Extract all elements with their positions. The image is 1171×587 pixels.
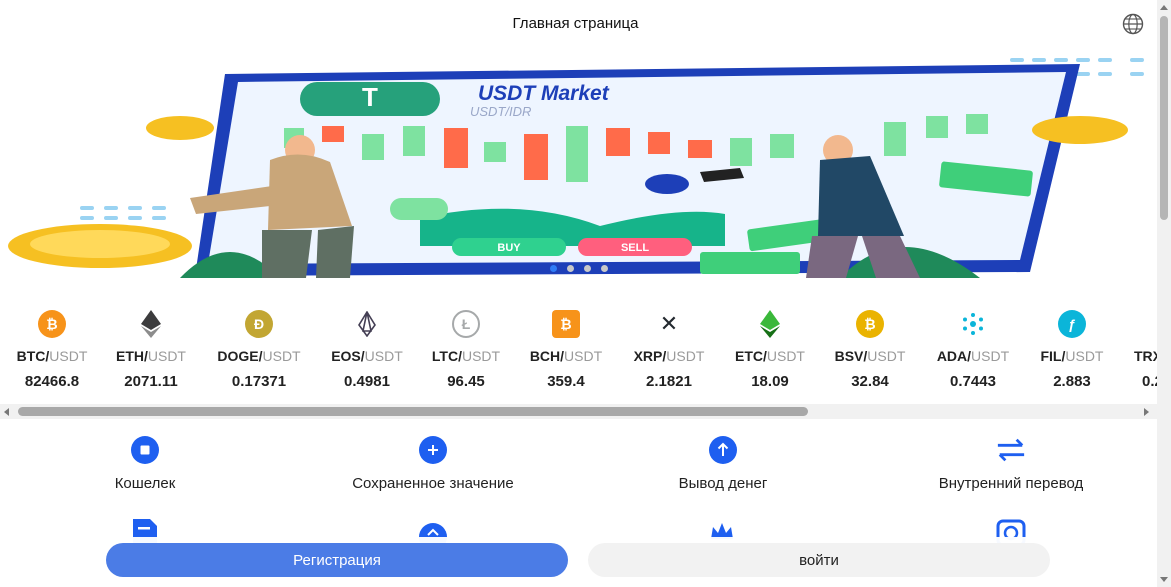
eos-icon (353, 310, 381, 338)
price: 0.7443 (950, 373, 996, 390)
xrp-icon: ✕ (659, 311, 679, 336)
transfer-arrows-icon (996, 435, 1026, 465)
deposit-plus-icon (418, 435, 448, 465)
vertical-scrollbar[interactable] (1157, 0, 1171, 587)
pair-base: XRP/ (633, 348, 667, 364)
pair-quote: USDT (147, 348, 186, 364)
pair-base: ETC/ (734, 348, 767, 364)
litecoin-icon: Ł (452, 310, 480, 338)
pair-base: DOGE/ (217, 348, 263, 364)
carousel-indicators (0, 265, 1157, 272)
scrollbar-thumb[interactable] (18, 407, 808, 416)
ticker-item-eos[interactable]: EOS/USDT 0.4981 (315, 310, 419, 390)
price: 0.2 (1142, 373, 1157, 390)
price: 359.4 (547, 373, 585, 390)
banner-buy: BUY (497, 242, 521, 254)
pair-base: BCH/ (529, 348, 565, 364)
menu-item-deposit[interactable]: Сохраненное значение (288, 430, 578, 492)
wallet-icon (130, 435, 160, 465)
banner-subheading: USDT/IDR (470, 104, 531, 119)
ticker-item-trx[interactable]: TRX 0.2 (1100, 310, 1157, 390)
pair-quote: USDT (564, 348, 603, 364)
horizontal-scrollbar[interactable] (0, 404, 1157, 419)
pair-base: FIL/ (1040, 348, 1066, 364)
pair-quote: USDT (49, 348, 88, 364)
scroll-up-arrow-icon[interactable] (1160, 5, 1168, 10)
scroll-down-arrow-icon[interactable] (1160, 577, 1168, 582)
price: 0.4981 (344, 373, 390, 390)
price: 96.45 (447, 373, 485, 390)
scrollbar-thumb[interactable] (1160, 16, 1168, 220)
auth-bar: Регистрация войти (0, 537, 1157, 587)
ethereum-icon (137, 310, 165, 338)
menu-item-label: Вывод денег (678, 475, 768, 492)
cardano-icon (959, 310, 987, 338)
carousel-dot-3[interactable] (583, 265, 591, 272)
market-ticker: ₿ BTC/USDT 82466.8 ETH/USDT 2071.11 Ð DO… (0, 300, 1157, 400)
pair-base: BSV/ (834, 348, 868, 364)
pair-quote: USDT (971, 348, 1010, 364)
carousel-dot-2[interactable] (566, 265, 574, 272)
tron-icon (1134, 310, 1157, 338)
menu-item-internal-transfer[interactable]: Внутренний перевод (866, 430, 1156, 492)
withdraw-arrow-icon (708, 435, 738, 465)
banner-illustration: T USDT Market USDT/IDR BUY SELL (8, 58, 1144, 278)
register-button[interactable]: Регистрация (106, 543, 568, 577)
pair-quote: USDT (461, 348, 501, 364)
pair-base: LTC/ (431, 348, 462, 364)
page-title: Главная страница (512, 15, 639, 32)
login-button[interactable]: войти (588, 543, 1050, 577)
menu-item-label: Кошелек (114, 475, 176, 492)
price: 82466.8 (24, 373, 80, 390)
pair-base: TRX (1134, 348, 1157, 364)
menu-item-withdraw[interactable]: Вывод денег (578, 430, 868, 492)
menu-item-label: Сохраненное значение (352, 475, 514, 492)
bitcoin-sv-icon: ₿ (856, 310, 884, 338)
scroll-left-arrow-icon[interactable] (4, 408, 9, 416)
banner-heading: USDT Market (478, 82, 610, 105)
banner-sell: SELL (621, 242, 649, 254)
pair-quote: USDT (666, 348, 705, 364)
ticker-item-xrp[interactable]: ✕ XRP/USDT 2.1821 (617, 310, 721, 390)
price: 0.17371 (231, 373, 287, 390)
pair-quote: USDT (867, 348, 906, 364)
ticker-item-eth[interactable]: ETH/USDT 2071.11 (99, 310, 203, 390)
ticker-item-ltc[interactable]: Ł LTC/USDT 96.45 (414, 310, 518, 390)
ticker-item-doge[interactable]: Ð DOGE/USDT 0.17371 (207, 310, 311, 390)
menu-item-wallet[interactable]: Кошелек (0, 430, 290, 492)
price: 2071.11 (124, 373, 178, 390)
carousel-dot-4[interactable] (600, 265, 608, 272)
dogecoin-icon: Ð (245, 310, 273, 338)
scroll-right-arrow-icon[interactable] (1144, 408, 1149, 416)
menu-item-label: Внутренний перевод (938, 475, 1084, 492)
svg-text:T: T (362, 82, 378, 112)
pair-quote: USDT (262, 348, 301, 364)
pair-quote: USDT (766, 348, 805, 364)
app-window: Главная страница T USDT Market USDT/IDR … (0, 0, 1171, 587)
price: 32.84 (851, 373, 889, 390)
ticker-item-bch[interactable]: ₿ BCH/USDT 359.4 (514, 310, 618, 390)
ticker-item-bsv[interactable]: ₿ BSV/USDT 32.84 (818, 310, 922, 390)
pair-quote: USDT (364, 348, 403, 364)
pair-quote: USDT (1065, 348, 1104, 364)
pair-base: ETH/ (115, 348, 148, 364)
globe-icon[interactable] (1122, 13, 1144, 35)
ethereum-classic-icon (756, 310, 784, 338)
price: 2.1821 (646, 373, 692, 390)
bitcoin-icon: ₿ (38, 310, 66, 338)
bitcoin-cash-icon: ₿ (552, 310, 580, 338)
pair-base: EOS/ (331, 348, 365, 364)
pair-base: ADA/ (936, 348, 972, 364)
carousel-dot-1[interactable] (549, 265, 557, 272)
ticker-item-ada[interactable]: ADA/USDT 0.7443 (921, 310, 1025, 390)
filecoin-icon: ƒ (1058, 310, 1086, 338)
price: 18.09 (751, 373, 789, 390)
promo-banner[interactable]: T USDT Market USDT/IDR BUY SELL (0, 46, 1157, 278)
pair-base: BTC/ (16, 348, 50, 364)
ticker-item-etc[interactable]: ETC/USDT 18.09 (718, 310, 822, 390)
ticker-item-btc[interactable]: ₿ BTC/USDT 82466.8 (0, 310, 104, 390)
header: Главная страница (0, 0, 1157, 46)
